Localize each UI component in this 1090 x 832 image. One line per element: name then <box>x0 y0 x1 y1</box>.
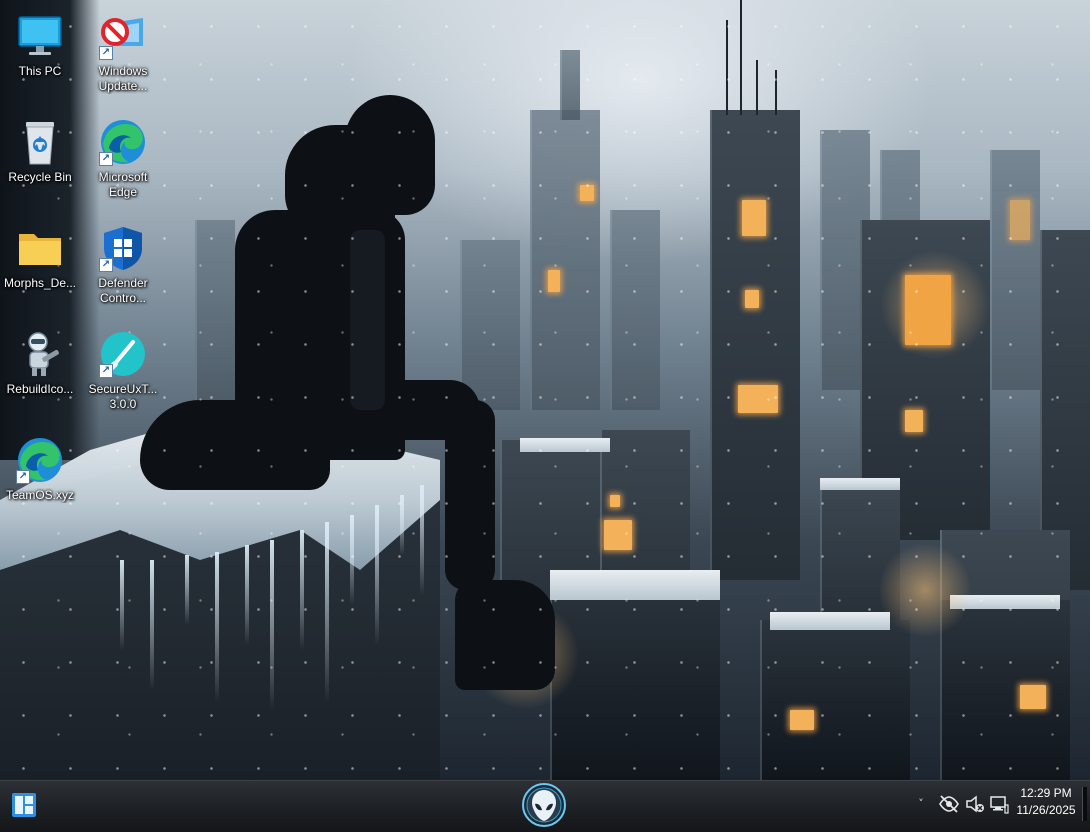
clock-date: 11/26/2025 <box>1016 803 1076 817</box>
clock-time: 12:29 PM <box>1020 786 1072 800</box>
folder-icon <box>16 224 64 272</box>
desktop-icon-label: TeamOS.xyz <box>5 488 74 502</box>
desktop-icon-label: RebuildIco... <box>6 382 74 396</box>
desktop-icon-label: Recycle Bin <box>8 170 72 184</box>
desktop-icon-label: Windows Update... <box>98 64 148 93</box>
speaker-muted-icon[interactable] <box>964 793 986 815</box>
start-button[interactable] <box>9 790 39 820</box>
desktop-icon-label: Morphs_De... <box>3 276 77 290</box>
desktop-icon-this-pc[interactable]: This PC <box>0 6 80 102</box>
desktop-icon-label: This PC <box>18 64 62 78</box>
desktop-icon-label: SecureUxT... 3.0.0 <box>88 382 158 411</box>
desktop-icon-rebuild-icon[interactable]: RebuildIco... <box>0 324 80 420</box>
desktop-icon-morphs-folder[interactable]: Morphs_De... <box>0 218 80 314</box>
desktop-icon-recycle-bin[interactable]: Recycle Bin <box>0 112 80 208</box>
desktop-wallpaper <box>0 0 1090 780</box>
desktop-icon-label: Defender Contro... <box>98 276 148 305</box>
desktop-icon-teamos[interactable]: ↗ TeamOS.xyz <box>0 430 80 526</box>
edge-icon: ↗ <box>16 436 64 484</box>
windows-update-blocker-icon: ↗ <box>99 12 147 60</box>
desktop-icon-microsoft-edge[interactable]: ↗ Microsoft Edge <box>83 112 163 208</box>
brush-icon: ↗ <box>99 330 147 378</box>
start-icon <box>12 793 36 817</box>
desktop-icon-label: Microsoft Edge <box>98 170 148 199</box>
shortcut-arrow-icon: ↗ <box>99 364 113 378</box>
defender-shield-icon: ↗ <box>99 224 147 272</box>
desktop-icon-defender-control[interactable]: ↗ Defender Contro... <box>83 218 163 314</box>
recycle-bin-icon <box>16 118 64 166</box>
tray-overflow-chevron[interactable]: ˅ <box>914 794 928 814</box>
desktop-screen: This PC ↗ Windows Update... Recycle Bin … <box>0 0 1090 832</box>
shortcut-arrow-icon: ↗ <box>16 470 30 484</box>
monitor-icon <box>16 12 64 60</box>
edge-icon: ↗ <box>99 118 147 166</box>
taskbar: ˅ 12:29 PM 11/26/2025 <box>0 780 1090 832</box>
alienware-icon <box>522 783 566 827</box>
robot-icon <box>16 330 64 378</box>
desktop-icon-secureuxtheme[interactable]: ↗ SecureUxT... 3.0.0 <box>83 324 163 420</box>
shortcut-arrow-icon: ↗ <box>99 152 113 166</box>
show-desktop-button[interactable] <box>1082 787 1087 821</box>
shortcut-arrow-icon: ↗ <box>99 258 113 272</box>
taskbar-clock[interactable]: 12:29 PM 11/26/2025 <box>1012 785 1080 819</box>
desktop-icon-windows-update[interactable]: ↗ Windows Update... <box>83 6 163 102</box>
eye-off-icon[interactable] <box>938 793 960 815</box>
shortcut-arrow-icon: ↗ <box>99 46 113 60</box>
network-icon[interactable] <box>988 793 1010 815</box>
alienware-launcher-button[interactable] <box>520 782 568 828</box>
